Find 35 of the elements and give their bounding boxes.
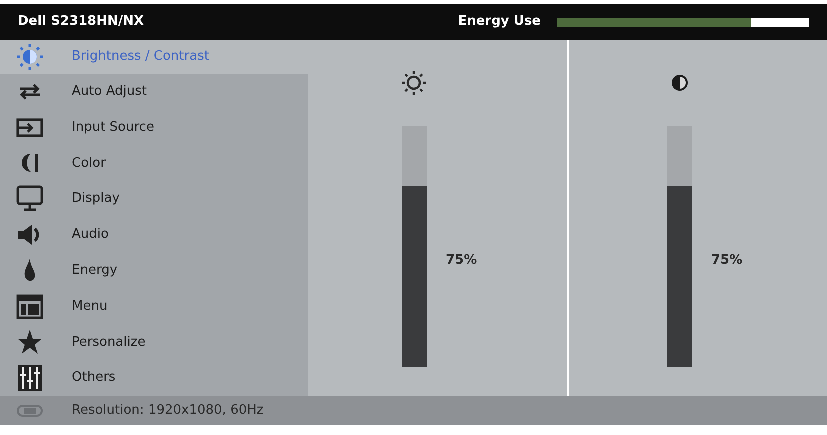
slider-value: 75% <box>712 252 743 270</box>
menu-item[interactable]: Others <box>0 360 308 396</box>
energy-use-label: Energy Use <box>458 13 541 32</box>
connector-icon <box>16 404 44 416</box>
menu-item[interactable]: Audio <box>0 217 308 253</box>
monitor-icon <box>16 185 44 214</box>
menu-label: Menu <box>72 298 108 316</box>
menu-label: Brightness / Contrast <box>72 48 210 66</box>
menu-item[interactable]: Menu <box>0 288 308 324</box>
menu-label: Others <box>72 369 116 388</box>
resolution-text: Resolution: 1920x1080, 60Hz <box>72 402 264 420</box>
menu-label: Input Source <box>72 118 154 137</box>
slider-track[interactable] <box>402 126 426 367</box>
menu-item[interactable]: Auto Adjust <box>0 74 308 110</box>
menu-label: Energy <box>72 262 118 280</box>
menu-label: Display <box>72 190 120 208</box>
star-icon <box>17 329 43 356</box>
menu-label: Auto Adjust <box>72 83 147 102</box>
window-icon <box>16 294 44 320</box>
menu-label: Personalize <box>72 334 146 352</box>
arrows-icon <box>17 82 43 102</box>
menu-label: Audio <box>72 226 109 244</box>
menu-item[interactable]: Display <box>0 181 308 218</box>
slider-track[interactable] <box>667 126 692 367</box>
sliders-icon <box>17 364 43 392</box>
brightness-icon <box>16 43 44 71</box>
slider-value: 75% <box>446 252 478 270</box>
monitor-title: Dell S2318HN/NX <box>18 13 144 32</box>
menu-item[interactable]: Personalize <box>0 324 308 360</box>
menu-item[interactable]: Input Source <box>0 110 308 146</box>
menu-item[interactable]: Color <box>0 146 308 182</box>
sun-icon <box>400 69 428 97</box>
menu-label: Color <box>72 154 106 173</box>
menu-item[interactable]: Energy <box>0 252 308 289</box>
input-icon <box>16 118 44 138</box>
